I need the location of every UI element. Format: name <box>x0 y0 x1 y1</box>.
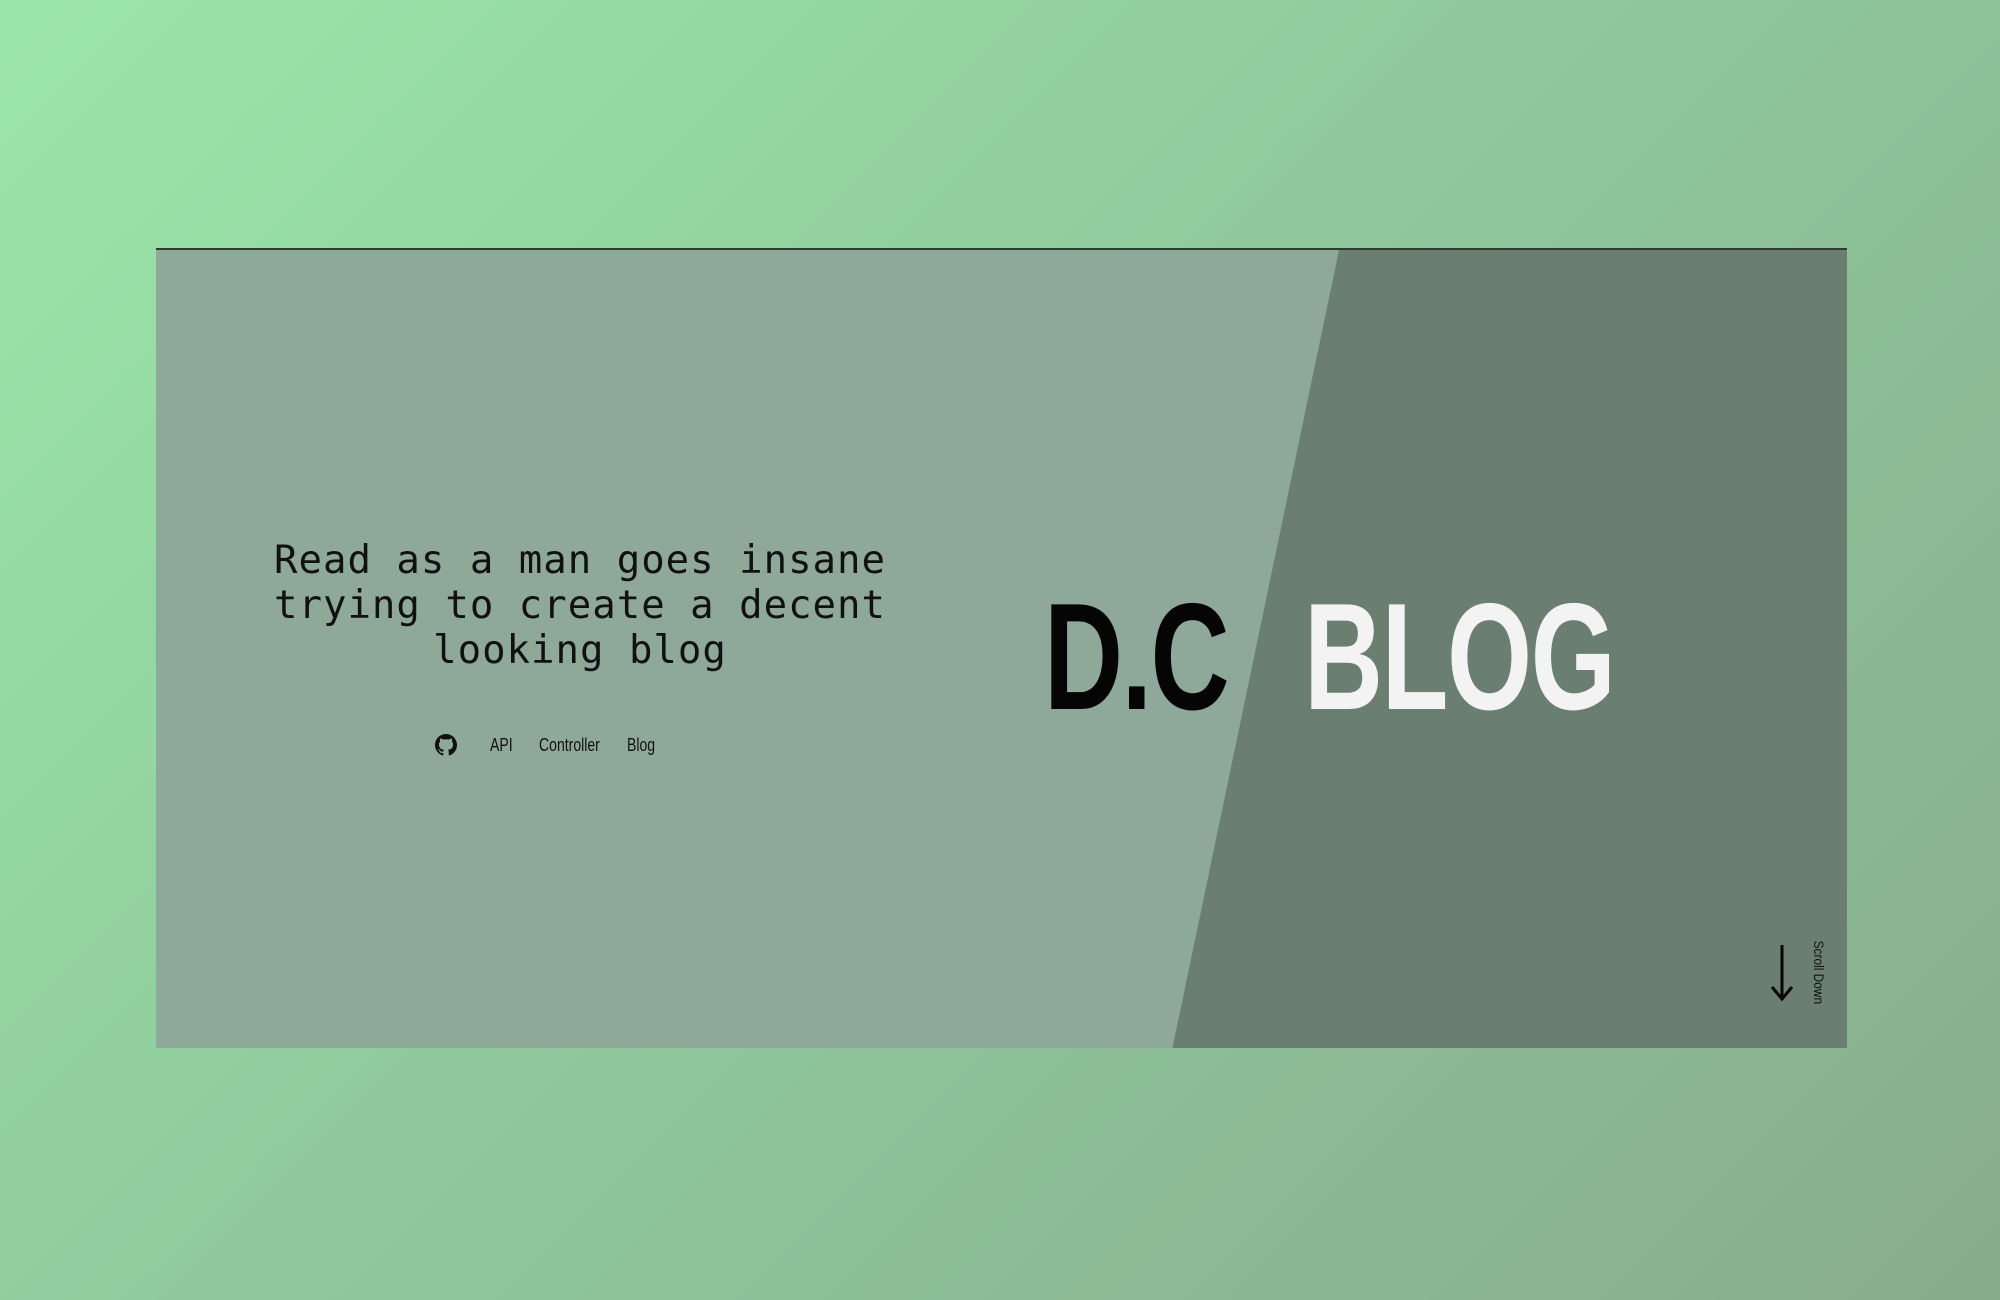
nav-link-api[interactable]: API <box>490 735 513 756</box>
brand-logo: D.C BLOG <box>1044 572 1735 742</box>
hero-section: Read as a man goes insane trying to crea… <box>156 248 1847 1048</box>
hero-nav: API Controller Blog <box>434 730 663 760</box>
brand-right-text: BLOG <box>1304 572 1616 742</box>
scroll-down-button[interactable]: Scroll Down <box>1767 935 1827 1010</box>
arrow-down-icon <box>1770 944 1794 1001</box>
nav-link-blog[interactable]: Blog <box>627 735 655 756</box>
scroll-down-label: Scroll Down <box>1811 940 1827 1005</box>
nav-link-controller[interactable]: Controller <box>539 735 600 756</box>
github-icon[interactable] <box>434 733 458 757</box>
brand-left-text: D.C <box>1044 572 1230 742</box>
hero-tagline: Read as a man goes insane trying to crea… <box>274 538 886 673</box>
